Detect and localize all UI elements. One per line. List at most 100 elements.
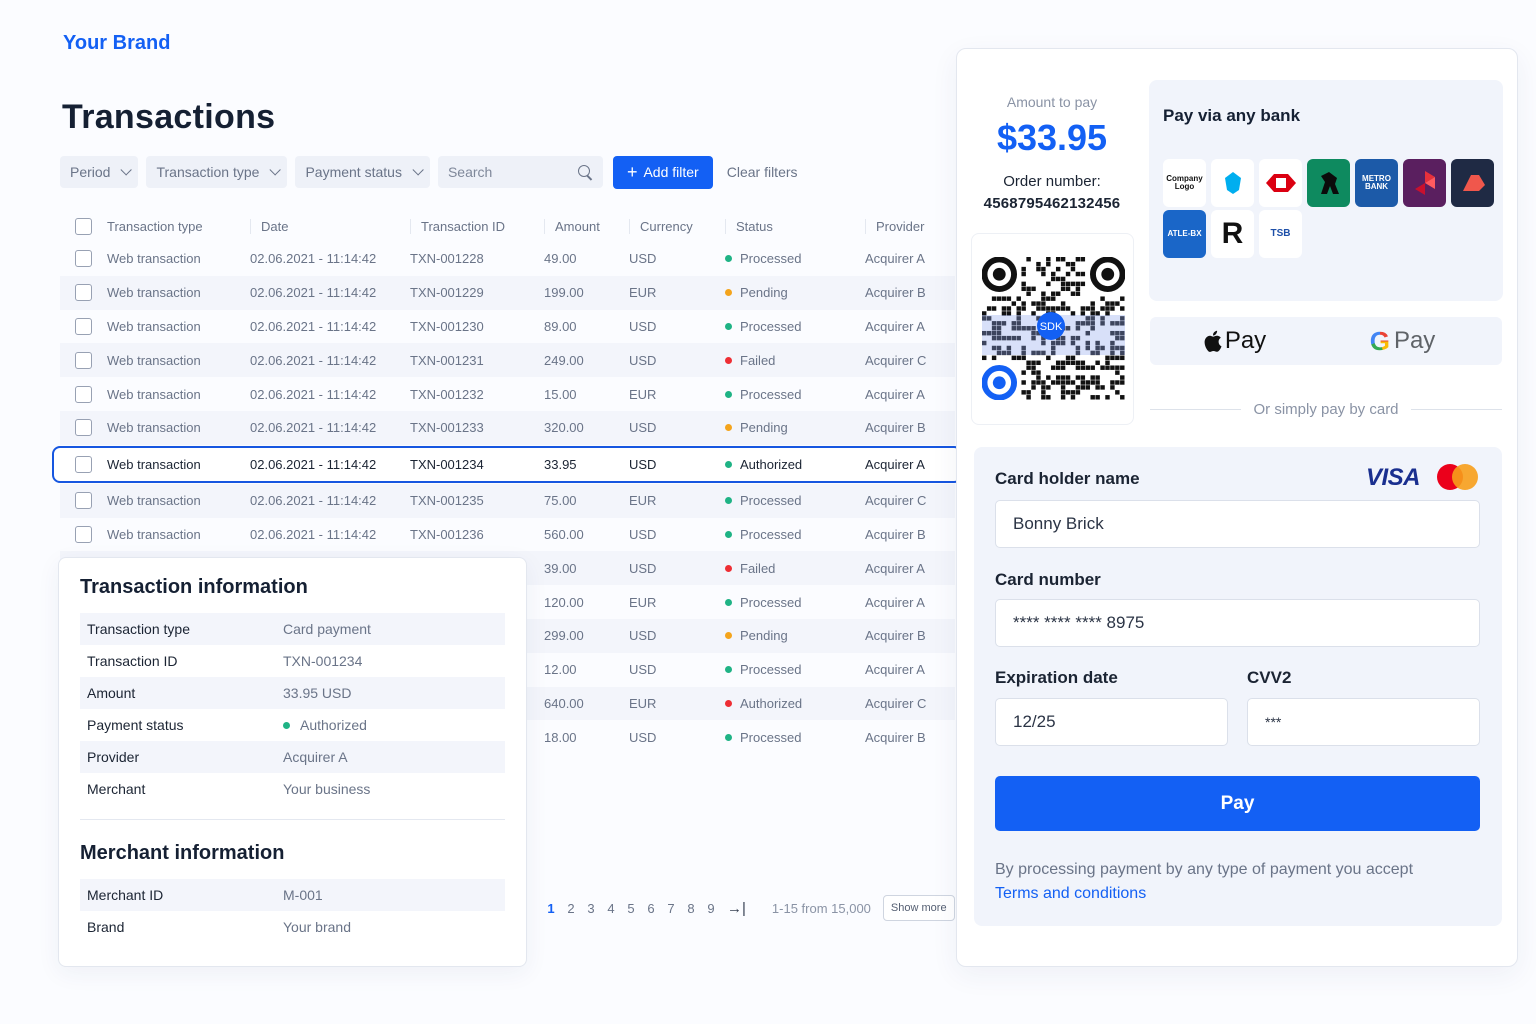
hexagon-bank-logo[interactable] [1259,159,1302,207]
terms-and-conditions-link[interactable]: Terms and conditions [995,885,1146,902]
column-header-status[interactable]: Status [725,218,865,234]
google-pay-button[interactable]: G Pay [1303,317,1502,365]
qr-module [1120,380,1125,385]
cell-transaction-id: TXN-001228 [410,251,484,267]
card-number-input[interactable]: **** **** **** 8975 [995,599,1480,647]
show-more-button[interactable]: Show more [882,895,955,921]
qr-module [1080,360,1086,365]
table-row[interactable]: Web transaction 02.06.2021 - 11:14:42 TXN-… [60,343,955,378]
column-header-transaction-type[interactable]: Transaction type [107,219,250,234]
company-logo[interactable]: Company Logo [1163,159,1206,207]
cell-provider: Acquirer A [865,318,925,334]
last-page-icon[interactable]: →| [727,900,746,917]
qr-module [1080,380,1086,385]
transaction-type-dropdown[interactable]: Transaction type [146,156,288,188]
qr-module [1041,301,1046,306]
column-header-transaction-id[interactable]: Transaction ID [410,218,544,234]
row-checkbox[interactable] [75,284,92,302]
pagination: 123456789 →| 1-15 from 15,000 Show more [541,895,955,921]
divider [80,819,505,820]
cell-date: 02.06.2021 - 11:14:42 [250,318,377,334]
table-row[interactable]: Web transaction 02.06.2021 - 11:14:42 TXN-… [60,377,955,411]
page-number-9[interactable]: 9 [701,901,721,916]
row-checkbox[interactable] [75,455,92,473]
page-number-8[interactable]: 8 [681,901,701,916]
expiration-date-input[interactable]: 12/25 [995,698,1228,746]
table-row[interactable]: Web transaction 02.06.2021 - 11:14:42 TXN-… [60,275,955,310]
table-row[interactable]: Web transaction 02.06.2021 - 11:14:42 TXN-… [60,518,955,552]
period-dropdown[interactable]: Period [60,156,139,188]
status-label: Pending [740,285,788,301]
transaction-detail-panel: Transaction information Transaction type… [58,557,527,967]
cell-transaction-id: TXN-001234 [410,456,484,472]
x-bank-logo[interactable]: ATLE-BX [1163,210,1206,258]
qr-module [1021,271,1026,277]
red-bank-logo[interactable] [1451,159,1494,207]
column-header-date[interactable]: Date [250,218,410,234]
chevron-down-icon [412,164,424,176]
row-checkbox[interactable] [75,317,92,335]
row-checkbox[interactable] [75,351,92,369]
card-holder-input[interactable]: Bonny Brick [995,500,1480,548]
natwest-logo[interactable] [1403,159,1446,207]
table-row-selected[interactable]: Web transaction 02.06.2021 - 11:14:42 TXN-… [52,445,962,483]
metro-bank-logo[interactable]: METRO BANK [1355,159,1398,207]
status-label: Processed [740,386,802,402]
order-number-value: 4568795462132456 [983,195,1121,212]
select-all-checkbox[interactable] [75,217,92,235]
apple-icon [1204,330,1222,352]
row-checkbox[interactable] [75,385,92,403]
tsb-logo[interactable]: TSB [1259,210,1302,258]
clear-filters-link[interactable]: Clear filters [727,164,798,180]
pay-button[interactable]: Pay [995,776,1480,831]
cvv-input[interactable]: *** [1247,698,1480,746]
qr-module [1021,380,1026,385]
status-dot-icon [725,255,732,263]
column-header-currency[interactable]: Currency [629,218,725,234]
or-divider: Or simply pay by card [1150,401,1503,418]
qr-module [1090,375,1095,380]
horse-bank-logo[interactable] [1307,159,1350,207]
qr-code-box[interactable]: SDK [971,233,1134,425]
column-header-provider[interactable]: Provider [865,218,955,234]
row-checkbox[interactable] [75,419,92,437]
search-input[interactable]: Search [437,156,603,188]
apple-pay-button[interactable]: Pay [1150,317,1320,365]
column-header-amount[interactable]: Amount [544,218,629,234]
qr-module [1055,306,1061,311]
qr-module [1036,370,1041,375]
search-icon[interactable] [577,164,593,180]
page-number-6[interactable]: 6 [641,901,661,916]
page-number-7[interactable]: 7 [661,901,681,916]
terms-text: By processing payment by any type of pay… [995,858,1415,906]
page-number-4[interactable]: 4 [601,901,621,916]
cell-amount: 560.00 [544,526,584,542]
row-checkbox[interactable] [75,492,92,510]
qr-module [1031,385,1036,390]
table-row[interactable]: Web transaction 02.06.2021 - 11:14:42 TXN-… [60,242,955,276]
brand-logo-text[interactable]: Your Brand [63,32,170,55]
table-row[interactable]: Web transaction 02.06.2021 - 11:14:42 TXN-… [60,310,955,344]
page-number-3[interactable]: 3 [581,901,601,916]
table-row[interactable]: Web transaction 02.06.2021 - 11:14:42 TXN-… [60,410,955,445]
add-filter-label: Add filter [643,164,699,180]
page-number-1[interactable]: 1 [541,901,561,916]
page-number-5[interactable]: 5 [621,901,641,916]
page-number-2[interactable]: 2 [561,901,581,916]
row-checkbox[interactable] [75,525,92,543]
qr-module [1041,306,1046,311]
cell-status: Failed [725,561,865,576]
page-title: Transactions [62,98,276,136]
add-filter-button[interactable]: + Add filter [612,155,713,189]
qr-module [1070,395,1076,400]
eagle-bank-logo[interactable] [1211,159,1254,207]
row-checkbox[interactable] [75,250,92,268]
status-label: Failed [740,352,776,368]
visa-logo-icon: VISA [1366,464,1421,491]
qr-module [1041,390,1046,395]
payment-status-dropdown[interactable]: Payment status [295,156,430,188]
revolut-logo[interactable]: R [1211,210,1254,258]
cell-currency: EUR [629,285,657,301]
info-value-text: M-001 [283,887,323,903]
table-row[interactable]: Web transaction 02.06.2021 - 11:14:42 TXN-… [60,483,955,518]
